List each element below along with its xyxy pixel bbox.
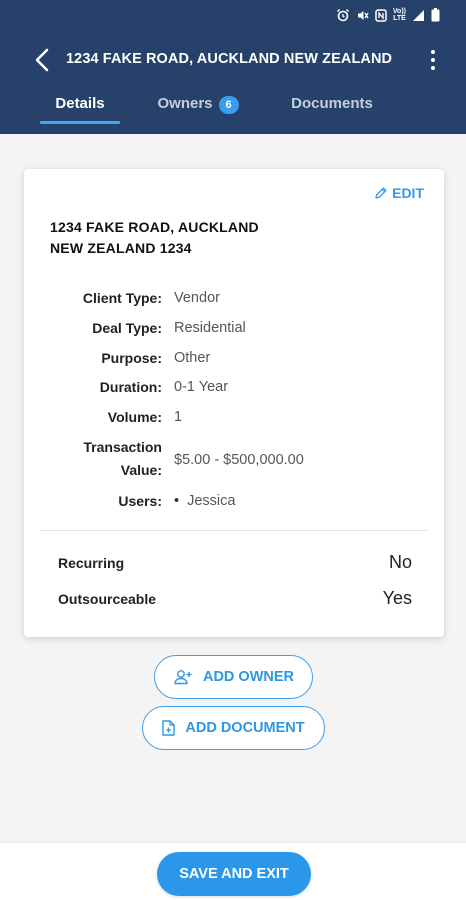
app-header: 1234 FAKE ROAD, AUCKLAND NEW ZEALAND Det… — [0, 30, 466, 134]
client-type-label: Client Type: — [82, 290, 162, 306]
purpose-label: Purpose: — [101, 350, 162, 366]
users-value: • Jessica — [174, 490, 235, 512]
volte-icon: Vo)) LTE — [392, 8, 406, 22]
divider — [40, 530, 428, 531]
deal-type-label: Deal Type: — [92, 320, 162, 336]
add-person-icon — [174, 670, 192, 685]
mute-icon — [356, 9, 369, 22]
outsourceable-label: Outsourceable — [58, 591, 157, 607]
address-line-1: 1234 FAKE ROAD, AUCKLAND — [50, 219, 259, 235]
save-and-exit-button[interactable]: SAVE AND EXIT — [157, 852, 311, 896]
add-owner-button[interactable]: ADD OWNER — [154, 655, 313, 699]
outsourceable-value: Yes — [382, 588, 412, 608]
transaction-value-value: $5.00 - $500,000.00 — [174, 452, 304, 468]
add-document-button[interactable]: ADD DOCUMENT — [142, 706, 325, 750]
tab-label: Owners — [157, 95, 213, 112]
volume-label: Volume: — [107, 409, 162, 425]
transaction-label-line-1: Transaction — [83, 439, 162, 455]
recurring-label: Recurring — [58, 555, 125, 571]
edit-button[interactable]: EDIT — [374, 185, 424, 201]
transaction-label-line-2: Value: — [120, 462, 162, 478]
tab-label: Documents — [291, 95, 373, 112]
tab-label: Details — [55, 95, 105, 112]
edit-label: EDIT — [392, 185, 424, 201]
add-document-label: ADD DOCUMENT — [185, 720, 305, 736]
users-label: Users: — [118, 493, 162, 509]
document-add-icon — [162, 720, 176, 736]
chevron-left-icon — [35, 48, 49, 72]
add-owner-label: ADD OWNER — [202, 669, 295, 685]
volume-value: 1 — [174, 409, 183, 425]
tab-owners[interactable]: Owners 6 — [150, 90, 246, 134]
status-bar: Vo)) LTE — [0, 0, 466, 30]
property-address: 1234 FAKE ROAD, AUCKLAND NEW ZEALAND 123… — [50, 217, 330, 259]
duration-value: 0-1 Year — [174, 379, 229, 395]
deal-type-value: Residential — [174, 320, 246, 336]
nfc-icon — [375, 8, 387, 22]
duration-label: Duration: — [99, 379, 162, 395]
more-options-button[interactable] — [420, 44, 446, 76]
client-type-value: Vendor — [174, 290, 220, 306]
page-title: 1234 FAKE ROAD, AUCKLAND NEW ZEALAND — [66, 51, 393, 67]
battery-icon — [431, 8, 440, 22]
details-card: EDIT 1234 FAKE ROAD, AUCKLAND NEW ZEALAN… — [24, 169, 444, 637]
tab-details[interactable]: Details — [40, 90, 120, 134]
user-name: Jessica — [187, 493, 236, 509]
pencil-icon — [375, 187, 387, 199]
back-button[interactable] — [28, 46, 56, 74]
alarm-icon — [336, 8, 350, 22]
bullet: • — [174, 493, 180, 509]
tab-documents[interactable]: Documents — [280, 90, 384, 134]
purpose-value: Other — [174, 350, 211, 366]
transaction-value-label: Transaction Value: — [38, 436, 162, 482]
bottom-bar: SAVE AND EXIT — [0, 842, 466, 900]
more-vertical-icon — [431, 50, 435, 54]
recurring-value: No — [388, 552, 412, 572]
signal-icon — [412, 9, 425, 22]
address-line-2: NEW ZEALAND 1234 — [50, 240, 192, 256]
active-tab-indicator — [40, 121, 120, 124]
owners-count-badge: 6 — [218, 96, 239, 114]
tab-bar: Details Owners 6 Documents — [0, 90, 466, 134]
